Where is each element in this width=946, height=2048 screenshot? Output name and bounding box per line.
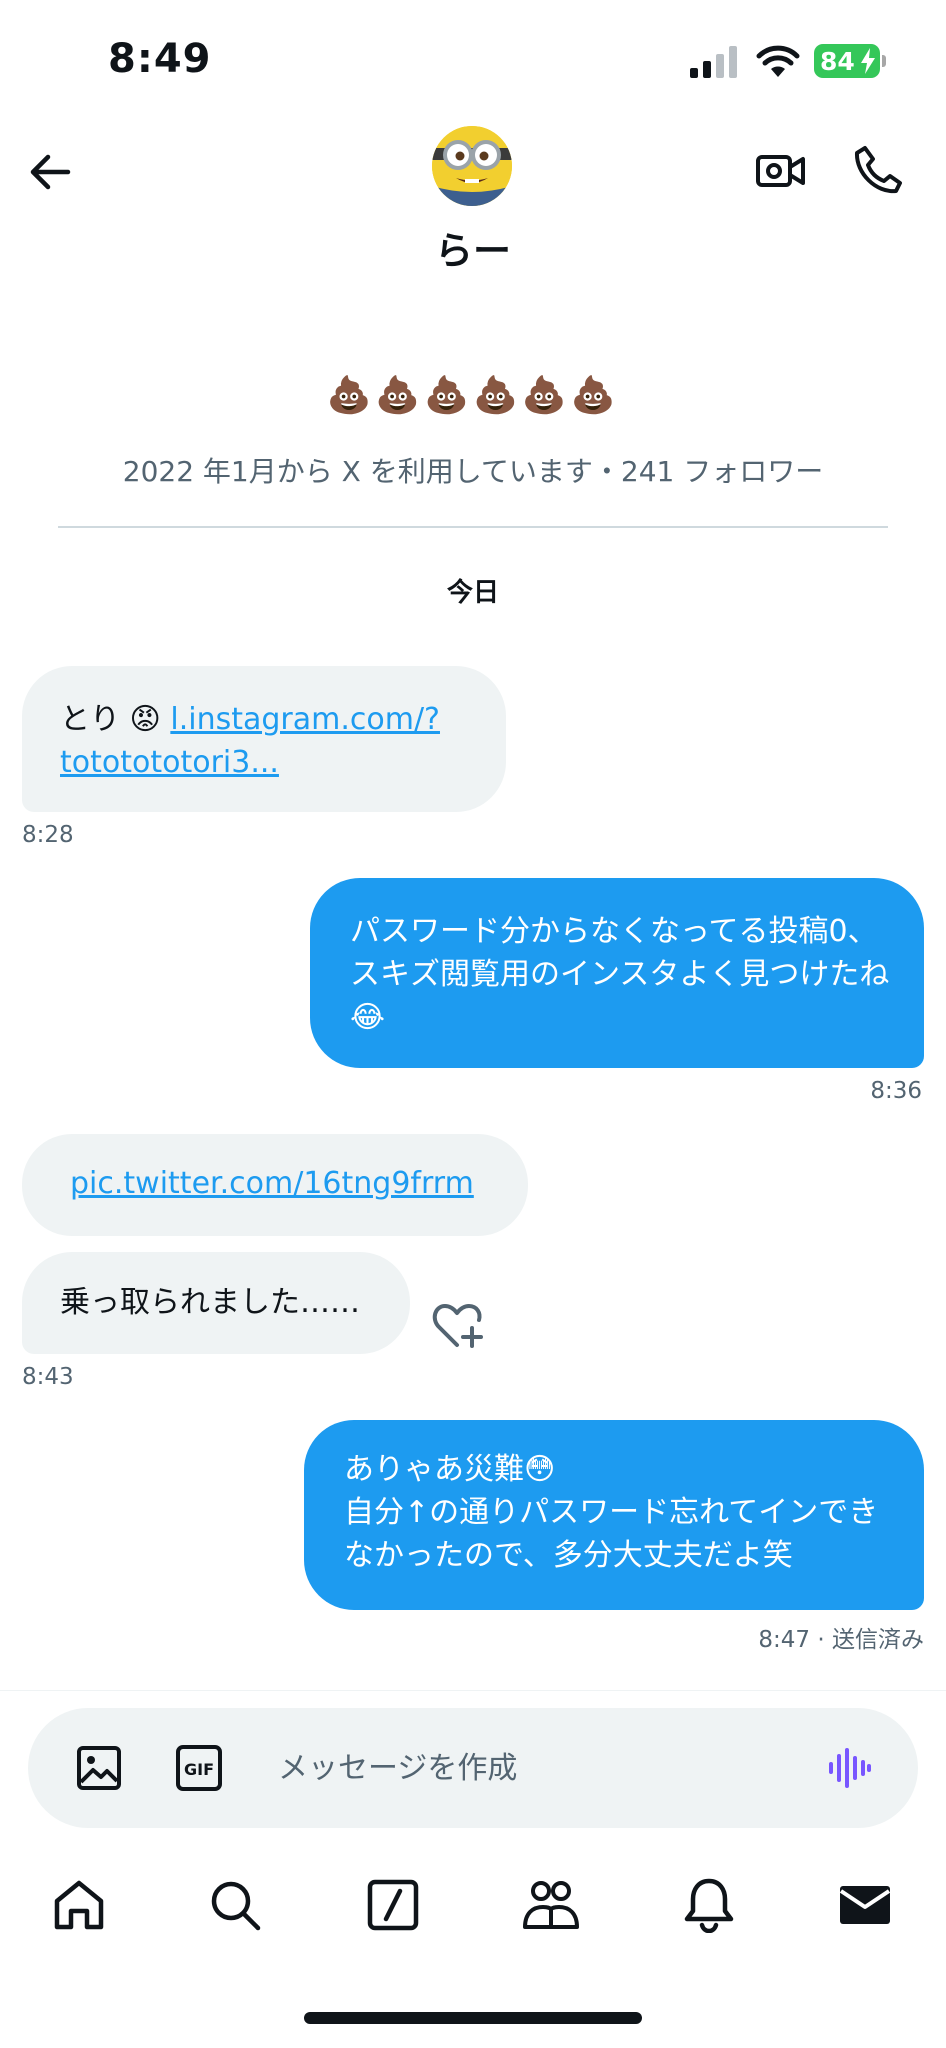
back-button[interactable] [22, 144, 78, 200]
date-separator: 今日 [446, 578, 499, 608]
messages-icon [839, 1886, 891, 1924]
grok-icon [367, 1879, 419, 1931]
message-input[interactable] [278, 1734, 798, 1802]
add-reaction-button[interactable] [430, 1300, 486, 1352]
incoming-message[interactable]: 乗っ取られました…… [22, 1252, 410, 1354]
profile-bio: 💩💩💩💩💩💩 [326, 375, 620, 416]
search-icon [211, 1881, 261, 1931]
gif-label: GIF [184, 1760, 214, 1779]
phone-icon [854, 146, 902, 194]
message-composer: GIF [28, 1708, 918, 1828]
wifi-icon [756, 45, 800, 77]
incoming-message[interactable]: とり 😡 l.instagram.com/?tototototori3... [22, 666, 506, 812]
tab-home[interactable] [44, 1870, 114, 1940]
tab-search[interactable] [200, 1870, 270, 1940]
profile-divider [58, 526, 888, 528]
message-timestamp: 8:28 [22, 822, 74, 848]
video-call-button[interactable] [752, 142, 810, 200]
conversation-header: らー [0, 120, 946, 280]
arrow-left-icon [30, 154, 71, 190]
home-icon [54, 1880, 104, 1930]
status-time: 8:49 [108, 36, 212, 82]
charging-bolt-icon [861, 48, 875, 74]
voice-message-button[interactable] [820, 1739, 878, 1797]
voice-waveform-icon [829, 1748, 871, 1788]
battery-cap [882, 55, 886, 67]
tab-bar [0, 1870, 946, 1940]
video-camera-icon [756, 155, 805, 187]
image-icon [77, 1746, 121, 1790]
tab-communities[interactable] [516, 1870, 586, 1940]
notifications-icon [684, 1878, 734, 1933]
tab-messages[interactable] [830, 1870, 900, 1940]
add-image-button[interactable] [70, 1739, 128, 1797]
home-indicator[interactable] [304, 2012, 642, 2024]
contact-avatar[interactable] [432, 126, 512, 206]
composer-divider [0, 1690, 946, 1691]
message-text: パスワード分からなくなってる投稿0、スキズ閲覧用のインスタよく見つけたね😂 [350, 914, 890, 1035]
message-text: とり 😡 [60, 702, 171, 737]
voice-call-button[interactable] [848, 140, 908, 200]
status-bar: 8:49 84 [0, 0, 946, 120]
message-status: 8:47 · 送信済み [758, 1627, 924, 1653]
battery-level: 84 [820, 46, 855, 76]
message-text: ありゃあ災難😳 自分↑の通りパスワード忘れてインできなかったので、多分大丈夫だよ… [344, 1452, 879, 1573]
message-timestamp: 8:36 [870, 1078, 922, 1104]
message-text: 乗っ取られました…… [60, 1285, 360, 1320]
cellular-signal-icon [690, 46, 737, 78]
communities-icon [523, 1881, 579, 1929]
gif-icon: GIF [176, 1745, 222, 1791]
profile-meta: 2022 年1月から X を利用しています・241 フォロワー [122, 455, 824, 488]
tab-notifications[interactable] [674, 1870, 744, 1940]
outgoing-message[interactable]: ありゃあ災難😳 自分↑の通りパスワード忘れてインできなかったので、多分大丈夫だよ… [304, 1420, 924, 1610]
contact-name[interactable]: らー [0, 220, 946, 275]
add-gif-button[interactable]: GIF [170, 1739, 228, 1797]
message-timestamp: 8:43 [22, 1364, 74, 1390]
outgoing-message[interactable]: パスワード分からなくなってる投稿0、スキズ閲覧用のインスタよく見つけたね😂 [310, 878, 924, 1068]
tab-grok[interactable] [358, 1870, 428, 1940]
battery-indicator: 84 [814, 44, 886, 78]
pic-link[interactable]: pic.twitter.com/16tng9frrm [70, 1166, 474, 1201]
avatar-image [432, 126, 512, 206]
incoming-message[interactable]: pic.twitter.com/16tng9frrm [22, 1134, 528, 1236]
heart-plus-icon [432, 1304, 483, 1348]
